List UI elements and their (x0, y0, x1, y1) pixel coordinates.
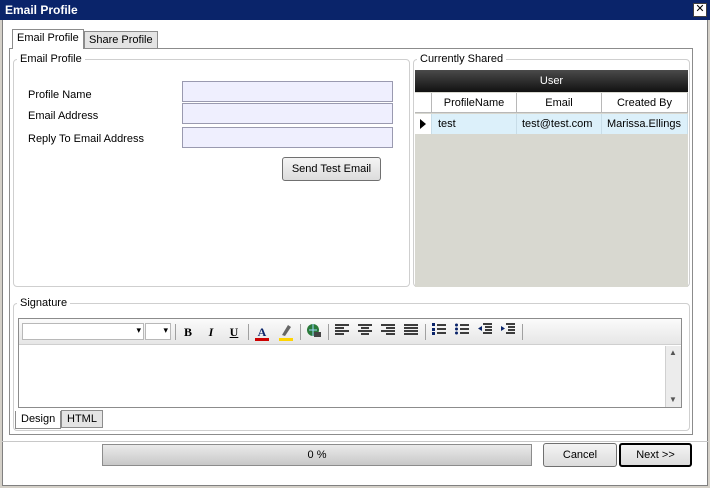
tab-label: Design (21, 413, 56, 425)
shared-users-grid: User ProfileName Email Created By test t… (415, 70, 688, 287)
send-test-email-button[interactable]: Send Test Email (282, 157, 381, 181)
underline-icon[interactable]: U (225, 323, 243, 341)
numbered-list-icon[interactable] (430, 323, 448, 341)
table-cell-email[interactable]: test@test.com (517, 114, 602, 134)
grid-row-header-corner (415, 93, 432, 113)
chevron-down-icon: ▾ (163, 325, 168, 335)
progress-text: 0 % (307, 449, 327, 461)
reply-to-field[interactable] (182, 127, 393, 148)
toolbar-separator (522, 324, 523, 340)
toolbar-separator (425, 324, 426, 340)
font-color-swatch (255, 338, 269, 341)
hyperlink-icon[interactable] (305, 323, 323, 341)
italic-icon[interactable]: I (202, 323, 220, 341)
editor-scrollbar[interactable]: ▲ ▼ (665, 346, 681, 407)
close-button[interactable]: ✕ (693, 3, 707, 17)
column-header-profilename[interactable]: ProfileName (432, 93, 517, 113)
email-profile-group-title: Email Profile (17, 53, 85, 65)
window-title-bar: Email Profile (0, 0, 710, 20)
font-name-select[interactable]: ▾ (22, 323, 144, 340)
font-size-select[interactable]: ▾ (145, 323, 171, 340)
scroll-up-icon[interactable]: ▲ (669, 348, 677, 357)
tab-label: Share Profile (89, 34, 153, 46)
table-cell-profilename[interactable]: test (432, 114, 517, 134)
bold-icon[interactable]: B (179, 323, 197, 341)
editor-toolbar: ▾ ▾ B I U A (19, 319, 681, 345)
signature-content-area[interactable] (19, 346, 664, 407)
grid-band-header: User (415, 70, 688, 92)
currently-shared-group-title: Currently Shared (417, 53, 507, 65)
tab-label: HTML (67, 413, 97, 425)
font-color-glyph: A (257, 325, 267, 339)
scroll-down-icon[interactable]: ▼ (669, 395, 677, 404)
tab-html[interactable]: HTML (61, 410, 103, 428)
bullet-list-icon[interactable] (453, 323, 471, 341)
reply-to-label: Reply To Email Address (28, 133, 144, 145)
profile-name-label: Profile Name (28, 89, 92, 101)
toolbar-separator (175, 324, 176, 340)
toolbar-separator (300, 324, 301, 340)
column-header-email[interactable]: Email (517, 93, 602, 113)
tab-share-profile[interactable]: Share Profile (84, 31, 158, 49)
email-address-field[interactable] (182, 103, 393, 124)
toolbar-separator (248, 324, 249, 340)
row-pointer-icon (415, 114, 432, 134)
signature-group-title: Signature (17, 297, 71, 309)
window-title: Email Profile (5, 3, 78, 17)
column-header-created-by[interactable]: Created By (602, 93, 688, 113)
next-button[interactable]: Next >> (619, 443, 692, 467)
toolbar-separator (328, 324, 329, 340)
tab-design[interactable]: Design (15, 411, 62, 429)
indent-icon[interactable] (499, 323, 517, 341)
footer-divider (2, 441, 708, 442)
justify-icon[interactable] (402, 323, 420, 341)
chevron-down-icon: ▾ (136, 325, 141, 335)
tab-email-profile[interactable]: Email Profile (12, 29, 84, 49)
align-left-icon[interactable] (333, 323, 351, 341)
table-cell-created-by[interactable]: Marissa.Ellings (602, 114, 688, 134)
close-icon: ✕ (695, 3, 705, 15)
align-center-icon[interactable] (356, 323, 374, 341)
outdent-icon[interactable] (476, 323, 494, 341)
profile-name-field[interactable] (182, 81, 393, 102)
email-address-label: Email Address (28, 110, 99, 122)
align-right-icon[interactable] (379, 323, 397, 341)
signature-editor: ▾ ▾ B I U A ▲ ▼ (18, 318, 682, 408)
cancel-button[interactable]: Cancel (543, 443, 617, 467)
highlight-icon[interactable] (277, 323, 295, 341)
progress-bar: 0 % (102, 444, 532, 466)
tab-label: Email Profile (17, 32, 79, 44)
font-color-icon[interactable]: A (253, 323, 271, 341)
